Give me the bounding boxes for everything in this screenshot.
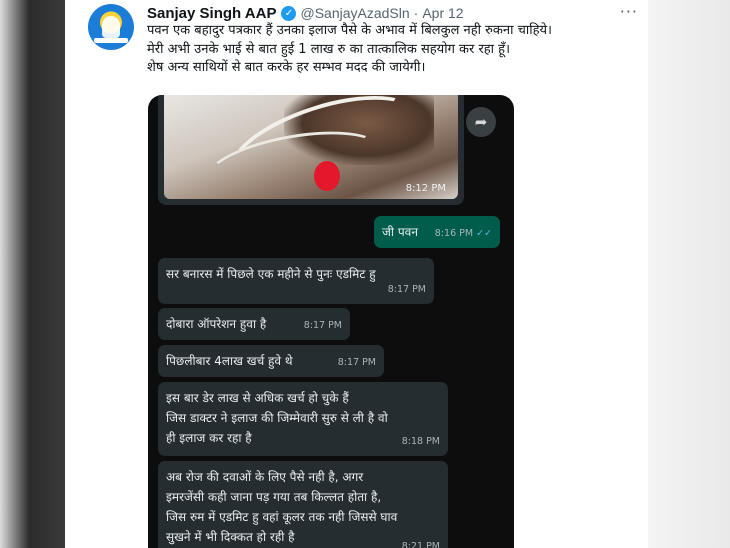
chat-message-incoming: पिछलीबार 4लाख खर्च हुवे थे 8:17 PM	[158, 345, 384, 377]
author-name[interactable]: Sanjay Singh AAP	[147, 5, 276, 22]
chat-message-incoming: सर बनारस में पिछले एक महीने से पुनः एडमि…	[158, 258, 434, 304]
header-separator: ·	[413, 5, 419, 21]
message-text: अब रोज की दवाओं के लिए पैसे नही है, अगर	[166, 470, 364, 484]
message-text: सुखने में भी दिक्कत हो रही है	[166, 530, 295, 544]
message-text: जिस डाक्टर ने इलाज की जिम्मेवारी सुरु से…	[166, 411, 388, 425]
author-handle[interactable]: @SanjayAzadSln	[300, 5, 409, 21]
message-time: 8:12 PM	[405, 183, 446, 194]
more-options-icon[interactable]: ···	[620, 2, 638, 21]
tweet-text-line: मेरी अभी उनके भाई से बात हुई 1 लाख रु का…	[147, 41, 511, 57]
message-time: 8:17 PM	[387, 284, 426, 295]
background-left-blur	[0, 0, 65, 548]
message-text: इमरजेंसी कही जाना पड़ गया तब किल्लत होता…	[166, 490, 382, 504]
attached-chat-screenshot[interactable]: 8:12 PM ➦ जी पवन 8:16 PM ✓✓ सर बनारस में …	[148, 95, 514, 548]
chat-message-outgoing: जी पवन 8:16 PM ✓✓	[374, 216, 500, 248]
chat-message-incoming: अब रोज की दवाओं के लिए पैसे नही है, अगर …	[158, 461, 448, 548]
message-time: 8:17 PM	[303, 320, 342, 331]
tweet-text-line: शेष अन्य साथियों से बात करके हर सम्भव मद…	[147, 60, 426, 75]
tweet-text-line: पवन एक बहादुर पत्रकार हैं उनका इलाज पैसे…	[147, 23, 552, 38]
message-text: ही इलाज कर रहा है	[166, 431, 252, 445]
background-right	[648, 0, 730, 548]
read-ticks-icon: ✓✓	[476, 228, 492, 239]
avatar-logo-bar	[94, 38, 128, 43]
photo-red-object	[314, 161, 340, 191]
tweet-card[interactable]: Sanjay Singh AAP ✓ @SanjayAzadSln · Apr …	[65, 0, 648, 548]
tweet-date[interactable]: Apr 12	[422, 5, 463, 21]
tweet-header: Sanjay Singh AAP ✓ @SanjayAzadSln · Apr …	[147, 4, 464, 22]
forward-icon[interactable]: ➦	[466, 107, 496, 137]
message-text: जिस रुम में एडमिट हु वहां कूलर तक नही जि…	[166, 510, 398, 524]
message-time: 8:16 PM ✓✓	[434, 228, 492, 239]
avatar[interactable]	[88, 4, 134, 50]
chat-message-incoming: दोबारा ऑपरेशन हुवा है 8:17 PM	[158, 308, 350, 340]
tweet-text: पवन एक बहादुर पत्रकार हैं उनका इलाज पैसे…	[147, 22, 637, 78]
chat-message-incoming: इस बार डेर लाख से अधिक खर्च हो चुके हैं …	[158, 382, 448, 456]
message-time: 8:17 PM	[337, 357, 376, 368]
verified-badge-icon: ✓	[281, 5, 297, 21]
avatar-figure	[102, 16, 120, 38]
photo-message-bubble: 8:12 PM	[158, 95, 464, 205]
message-text: इस बार डेर लाख से अधिक खर्च हो चुके हैं	[166, 391, 349, 405]
message-time: 8:18 PM	[401, 436, 440, 447]
message-time: 8:21 PM	[401, 541, 440, 548]
